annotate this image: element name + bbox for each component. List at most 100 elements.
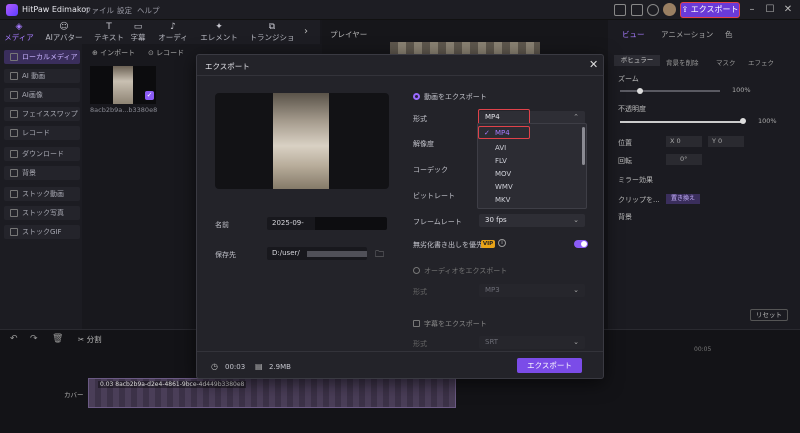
header-export-button[interactable]: ⇪ エクスポート	[680, 2, 740, 18]
export-subtitle-label: 字幕をエクスポート	[424, 320, 487, 328]
sidebar-item-background[interactable]: 背景	[4, 166, 80, 180]
priority-toggle[interactable]	[574, 240, 588, 248]
tab-animation[interactable]: アニメーション	[661, 29, 713, 40]
opacity-slider[interactable]	[620, 121, 744, 123]
format-option-mov[interactable]: MOV	[495, 170, 511, 178]
tab-color[interactable]: 色	[725, 29, 733, 40]
chevron-down-icon: ⌄	[573, 216, 579, 224]
redo-icon[interactable]: ↷	[30, 334, 38, 344]
thumbnail-image	[113, 66, 133, 104]
record-button[interactable]: ⊙ レコード	[148, 48, 184, 58]
tool-element[interactable]: ✦ エレメント	[200, 22, 238, 43]
reset-button[interactable]: リセット	[750, 309, 788, 321]
export-audio-radio[interactable]	[413, 267, 420, 274]
close-window-icon[interactable]: ✕	[781, 3, 795, 17]
download-icon[interactable]	[647, 4, 659, 16]
chat-icon[interactable]	[631, 4, 643, 16]
menu-help[interactable]: ヘルプ	[137, 5, 160, 16]
tool-text[interactable]: T テキスト	[92, 22, 126, 43]
tab-view[interactable]: ビュー	[622, 29, 645, 40]
sidebar-item-stock-gif[interactable]: ストックGIF	[4, 225, 80, 239]
resolution-label: 解像度	[413, 140, 434, 148]
clip-label: クリップを...	[618, 196, 660, 204]
app-logo	[6, 4, 18, 16]
priority-label: 無劣化書き出しを優先	[413, 241, 483, 249]
opacity-knob[interactable]	[740, 118, 746, 124]
audio-format-label: 形式	[413, 288, 427, 296]
framerate-select[interactable]: 30 fps ⌄	[479, 214, 585, 227]
import-button[interactable]: ⊕ インポート	[92, 48, 135, 58]
subtab-mask[interactable]: マスク	[716, 57, 736, 67]
format-label: 形式	[413, 115, 427, 123]
tool-media[interactable]: ◈ メディア	[2, 22, 36, 43]
menu-file[interactable]: ファイル	[84, 5, 114, 16]
format-option-mp4[interactable]: MP4	[495, 129, 510, 137]
folder-icon[interactable]: 🗀	[375, 247, 384, 263]
name-label: 名前	[215, 221, 229, 229]
undo-icon[interactable]: ↶	[10, 334, 18, 344]
position-x[interactable]: X 0	[666, 136, 702, 147]
tool-ai-avatar[interactable]: ☺ AIアバター	[44, 22, 84, 43]
menu-settings[interactable]: 設定	[117, 5, 132, 16]
subtab-popular[interactable]: ボヒュラー	[614, 55, 660, 66]
zoom-label: ズーム	[618, 75, 639, 83]
close-icon[interactable]: ✕	[589, 58, 598, 71]
check-icon[interactable]: ✓	[145, 91, 154, 100]
format-option-wmv[interactable]: WMV	[495, 183, 513, 191]
video-icon	[10, 72, 18, 80]
framerate-label: フレームレート	[413, 218, 462, 226]
format-option-mkv[interactable]: MKV	[495, 196, 510, 204]
element-icon: ✦	[215, 22, 223, 32]
subtab-remove-bg[interactable]: 背景を削除	[666, 57, 699, 67]
position-y[interactable]: Y 0	[708, 136, 744, 147]
avatar[interactable]	[663, 3, 676, 16]
opacity-value[interactable]: 100%	[758, 117, 777, 125]
divider	[197, 75, 603, 76]
export-dialog: エクスポート ✕ 名前 2025-09- 保存先 D:/user/ 🗀 動画をエ…	[196, 54, 604, 379]
format-option-flv[interactable]: FLV	[495, 157, 507, 165]
export-audio-label: オーディオをエクスポート	[424, 267, 508, 275]
time-mark: 00:05	[694, 346, 712, 353]
sidebar-item-local-media[interactable]: ローカルメディア	[4, 50, 80, 64]
delete-icon[interactable]: 🗑	[52, 334, 63, 344]
clip-name: 8acb2b9a...b3380e8	[90, 106, 158, 114]
audio-format-select[interactable]: MP3 ⌄	[479, 284, 585, 297]
split-button[interactable]: ✂ 分割	[78, 334, 102, 345]
dialog-export-button[interactable]: エクスポート	[517, 358, 582, 373]
name-input[interactable]: 2025-09-	[267, 217, 387, 230]
replace-button[interactable]: 置き換え	[666, 194, 700, 204]
info-icon[interactable]: i	[498, 239, 506, 247]
monitor-icon[interactable]	[614, 4, 626, 16]
minimize-icon[interactable]: –	[745, 3, 759, 17]
format-option-avi[interactable]: AVI	[495, 144, 506, 152]
upload-icon: ⇪	[681, 5, 691, 14]
zoom-value[interactable]: 100%	[732, 86, 751, 94]
chevron-right-icon[interactable]: ›	[304, 26, 308, 37]
check-icon: ✓	[484, 129, 490, 137]
subtitle-format-select[interactable]: SRT ⌄	[479, 336, 585, 349]
sidebar-item-stock-video[interactable]: ストック動画	[4, 187, 80, 201]
export-subtitle-checkbox[interactable]	[413, 320, 420, 327]
sidebar-item-stock-photo[interactable]: ストック写真	[4, 206, 80, 220]
redacted-path	[307, 251, 367, 257]
sidebar-item-record[interactable]: レコード	[4, 126, 80, 140]
subtab-effect[interactable]: エフェク	[748, 57, 774, 67]
zoom-knob[interactable]	[637, 88, 643, 94]
export-video-radio[interactable]	[413, 93, 420, 100]
sidebar-item-ai-video[interactable]: AI 動画	[4, 69, 80, 83]
dropdown-scrollbar[interactable]	[582, 127, 585, 165]
sidebar-item-face-swap[interactable]: フェイススワップ	[4, 107, 80, 121]
cover-label[interactable]: カバー	[64, 389, 84, 399]
sidebar-item-download[interactable]: ダウンロード	[4, 147, 80, 161]
sidebar-item-ai-image[interactable]: AI画像	[4, 88, 80, 102]
zoom-slider[interactable]	[620, 90, 720, 92]
subtitle-format-label: 形式	[413, 340, 427, 348]
maximize-icon[interactable]: ☐	[763, 3, 777, 17]
rotate-input[interactable]: 0°	[666, 154, 702, 165]
vip-badge: VIP	[481, 240, 495, 248]
player-frame	[390, 42, 540, 54]
codec-label: コーデック	[413, 166, 448, 174]
duration-value: 00:03	[225, 363, 246, 371]
export-video-label: 動画をエクスポート	[424, 93, 487, 101]
tool-subtitle[interactable]: ▭ 字幕	[124, 22, 152, 43]
